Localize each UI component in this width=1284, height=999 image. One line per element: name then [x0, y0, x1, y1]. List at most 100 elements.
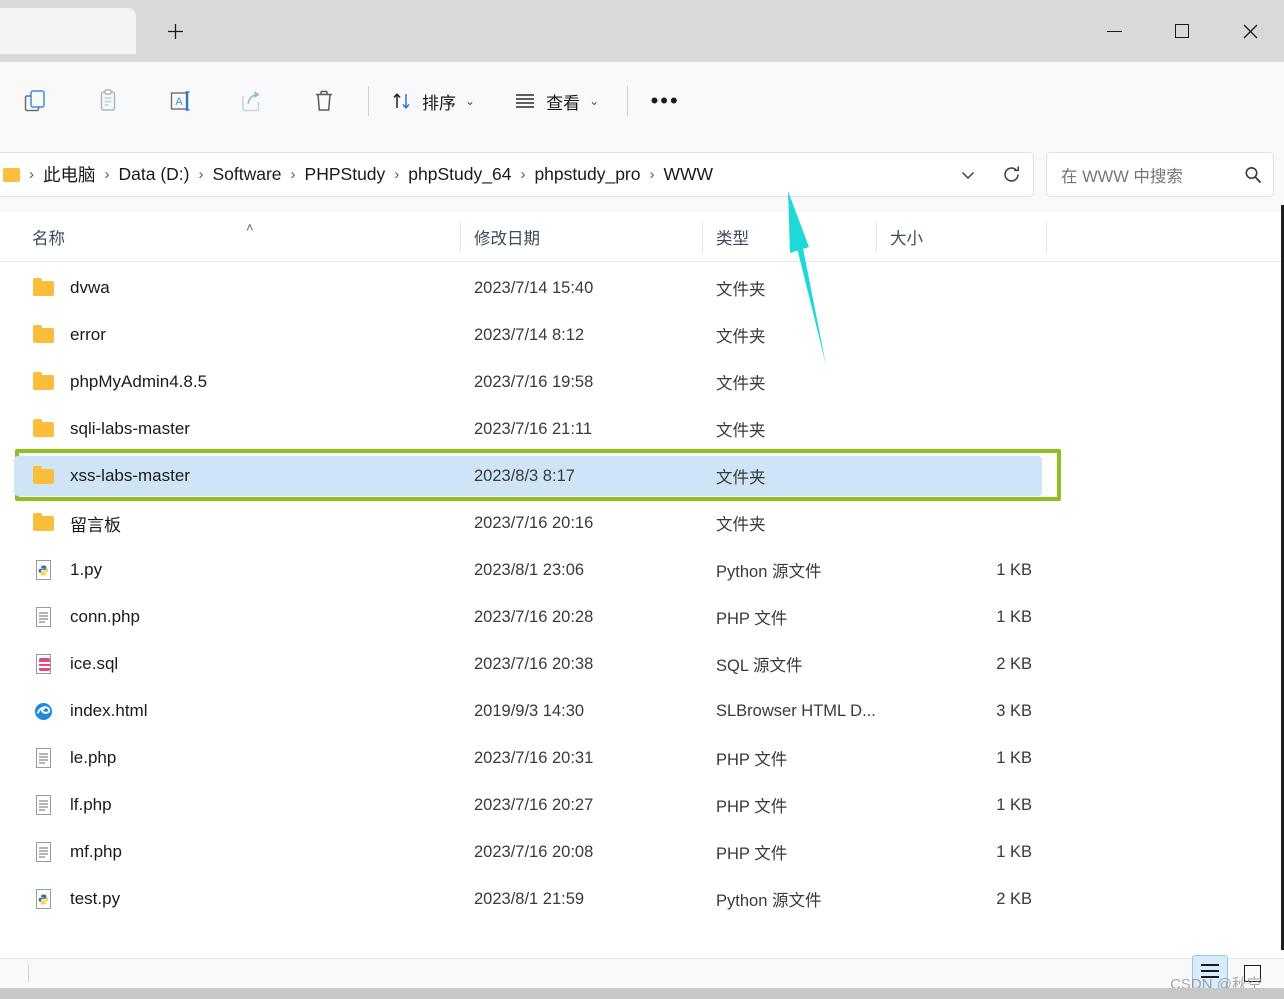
table-row[interactable]: dvwa 2023/7/14 15:40 文件夹 [14, 268, 1042, 308]
rename-button[interactable]: A [144, 62, 216, 140]
column-header-type[interactable]: 类型 [702, 212, 876, 262]
file-size-cell: 1 KB [996, 607, 1032, 626]
share-icon [242, 91, 260, 112]
table-row[interactable]: sqli-labs-master 2023/7/16 21:11 文件夹 [14, 409, 1042, 449]
share-button[interactable] [216, 62, 288, 140]
status-separator [28, 965, 29, 982]
file-type-cell: SLBrowser HTML D... [716, 701, 876, 720]
file-type-cell: PHP 文件 [716, 610, 788, 628]
breadcrumb-item-www[interactable]: WWW [662, 161, 716, 188]
file-type-cell: PHP 文件 [716, 845, 788, 863]
file-type-cell: Python 源文件 [716, 892, 822, 910]
column-divider-4[interactable] [1046, 222, 1047, 252]
file-type-cell: 文件夹 [716, 469, 766, 487]
file-type-cell: Python 源文件 [716, 563, 822, 581]
file-date-cell: 2023/7/16 20:08 [474, 842, 594, 861]
file-size-cell: 1 KB [996, 795, 1032, 814]
column-header-size[interactable]: 大小 [876, 212, 1046, 262]
breadcrumb-item-phpstudy[interactable]: PHPStudy [303, 161, 388, 188]
document-icon [32, 794, 56, 816]
folder-icon-breadcrumb [3, 167, 20, 182]
tab-close-icon[interactable]: close-icon [38, 18, 64, 44]
file-name-label: lf.php [70, 795, 112, 814]
column-header-name[interactable]: 名称 [18, 212, 460, 262]
file-date-cell: 2023/8/1 21:59 [474, 889, 585, 908]
view-button[interactable]: 查看 ⌄ [489, 62, 613, 140]
file-explorer-window: close-icon [0, 0, 1284, 999]
address-bar[interactable]: › 此电脑 › Data (D:) › Software › PHPStudy › phpStud… [0, 152, 1034, 197]
browser-icon [32, 700, 56, 722]
maximize-button[interactable] [1148, 0, 1216, 62]
file-size-cell: 2 KB [996, 889, 1032, 908]
delete-button[interactable] [288, 62, 360, 140]
table-row[interactable]: mf.php 2023/7/16 20:08 PHP 文件 1 KB [14, 832, 1042, 872]
table-row[interactable]: lf.php 2023/7/16 20:27 PHP 文件 1 KB [14, 785, 1042, 825]
table-row[interactable]: error 2023/7/14 8:12 文件夹 [14, 315, 1042, 355]
address-dropdown-button[interactable] [947, 152, 989, 197]
breadcrumb-item-phpstudy-64[interactable]: phpStudy_64 [406, 161, 513, 188]
copy-icon [100, 89, 116, 111]
file-name-label: dvwa [70, 278, 110, 297]
breadcrumb-item-data-d[interactable]: Data (D:) [117, 161, 192, 188]
sort-button[interactable]: 排序 ⌄ [377, 62, 489, 140]
folder-icon [32, 418, 56, 440]
view-icon [516, 94, 535, 108]
minimize-button[interactable] [1080, 0, 1148, 62]
search-input[interactable]: 在 WWW 中搜索 [1061, 163, 1243, 187]
file-type-cell: 文件夹 [716, 516, 766, 534]
python-icon [32, 888, 56, 910]
file-date-cell: 2023/8/1 23:06 [474, 560, 585, 579]
breadcrumb-separator: › [649, 166, 655, 183]
chevron-down-icon: ⌄ [465, 94, 476, 108]
breadcrumb-item-phpstudy-pro[interactable]: phpstudy_pro [532, 161, 642, 188]
table-row[interactable]: 留言板 2023/7/16 20:16 文件夹 [14, 503, 1042, 543]
more-options-button[interactable]: ••• [636, 62, 694, 140]
folder-icon [32, 512, 56, 534]
file-size-cell: 1 KB [996, 560, 1032, 579]
file-name-cell: 留言板 [32, 511, 121, 536]
toolbar-separator-1 [368, 86, 369, 116]
table-row[interactable]: conn.php 2023/7/16 20:28 PHP 文件 1 KB [14, 597, 1042, 637]
file-date-cell: 2023/8/3 8:17 [474, 466, 575, 485]
sort-ascending-icon: ˄ [246, 220, 254, 235]
file-size-cell: 1 KB [996, 748, 1032, 767]
breadcrumb-separator: › [290, 166, 296, 183]
file-name-cell: lf.php [32, 794, 112, 816]
table-row[interactable]: xss-labs-master 2023/8/3 8:17 文件夹 [14, 456, 1042, 496]
file-size-cell: 2 KB [996, 654, 1032, 673]
folder-icon [32, 371, 56, 393]
file-name-label: 留言板 [70, 515, 121, 535]
file-size-cell: 3 KB [996, 701, 1032, 720]
file-name-label: error [70, 325, 106, 344]
file-name-label: test.py [70, 889, 121, 908]
column-header-date[interactable]: 修改日期 [460, 212, 702, 262]
file-date-cell: 2023/7/16 21:11 [474, 419, 593, 438]
table-row[interactable]: phpMyAdmin4.8.5 2023/7/16 19:58 文件夹 [14, 362, 1042, 402]
file-name-cell: 1.py [32, 559, 102, 581]
cut-button[interactable] [0, 62, 72, 140]
new-tab-button[interactable] [158, 14, 192, 48]
view-label: 查看 [546, 93, 581, 113]
sort-label: 排序 [422, 93, 456, 113]
browser-tab[interactable]: close-icon [0, 8, 136, 54]
svg-text:A: A [175, 96, 183, 108]
table-row[interactable]: le.php 2023/7/16 20:31 PHP 文件 1 KB [14, 738, 1042, 778]
table-row[interactable]: ice.sql 2023/7/16 20:38 SQL 源文件 2 KB [14, 644, 1042, 684]
refresh-button[interactable] [989, 152, 1033, 197]
file-name-cell: error [32, 324, 106, 346]
file-name-label: le.php [70, 748, 117, 767]
command-bar: A 排序 ⌄ 查看 ⌄ ••• [0, 62, 1284, 140]
copy-button[interactable] [72, 62, 144, 140]
breadcrumb-item-software[interactable]: Software [210, 161, 283, 188]
table-row[interactable]: 1.py 2023/8/1 23:06 Python 源文件 1 KB [14, 550, 1042, 590]
file-date-cell: 2019/9/3 14:30 [474, 701, 585, 720]
search-box[interactable]: 在 WWW 中搜索 [1046, 152, 1274, 197]
table-row[interactable]: index.html 2019/9/3 14:30 SLBrowser HTML D… [14, 691, 1042, 731]
file-type-cell: PHP 文件 [716, 751, 788, 769]
breadcrumb-item-[interactable]: 此电脑 [41, 159, 98, 190]
table-row[interactable]: test.py 2023/8/1 21:59 Python 源文件 2 KB [14, 879, 1042, 919]
file-name-cell: conn.php [32, 606, 140, 628]
close-button[interactable] [1216, 0, 1284, 62]
address-row: › 此电脑 › Data (D:) › Software › PHPStudy › phpStud… [0, 140, 1284, 212]
search-icon [1245, 166, 1262, 183]
